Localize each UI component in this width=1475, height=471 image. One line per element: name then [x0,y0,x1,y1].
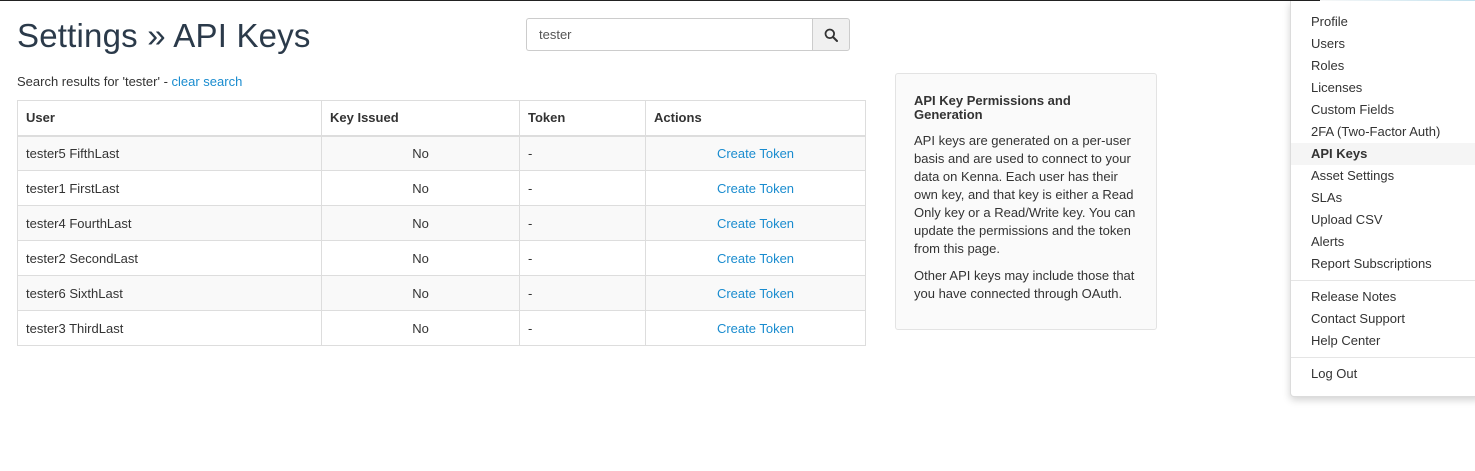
menu-item-licenses[interactable]: Licenses [1291,77,1475,99]
search-input[interactable] [526,18,812,51]
key-issued-cell: No [321,310,520,346]
user-cell: tester6 SixthLast [17,275,322,311]
actions-cell: Create Token [645,310,866,346]
info-panel-title: API Key Permissions and Generation [914,93,1071,122]
token-cell: - [519,240,646,276]
menu-item-help-center[interactable]: Help Center [1291,330,1475,352]
menu-item-alerts[interactable]: Alerts [1291,231,1475,253]
menu-item-log-out[interactable]: Log Out [1291,363,1475,385]
table-row: tester3 ThirdLast No - Create Token [17,310,866,346]
actions-cell: Create Token [645,240,866,276]
column-header-user: User [17,100,322,137]
menu-divider [1291,280,1475,281]
menu-item-release-notes[interactable]: Release Notes [1291,286,1475,308]
menu-item-2fa[interactable]: 2FA (Two-Factor Auth) [1291,121,1475,143]
token-cell: - [519,170,646,206]
key-issued-cell: No [321,135,520,171]
table-row: tester4 FourthLast No - Create Token [17,205,866,241]
menu-item-contact-support[interactable]: Contact Support [1291,308,1475,330]
menu-item-roles[interactable]: Roles [1291,55,1475,77]
menu-item-custom-fields[interactable]: Custom Fields [1291,99,1475,121]
menu-item-users[interactable]: Users [1291,33,1475,55]
token-cell: - [519,205,646,241]
table-header-row: User Key Issued Token Actions [17,100,866,137]
menu-divider [1291,357,1475,358]
menu-item-upload-csv[interactable]: Upload CSV [1291,209,1475,231]
create-token-link[interactable]: Create Token [717,321,794,336]
user-cell: tester1 FirstLast [17,170,322,206]
menu-item-api-keys[interactable]: API Keys [1291,143,1475,165]
token-cell: - [519,275,646,311]
key-issued-cell: No [321,240,520,276]
key-issued-cell: No [321,275,520,311]
token-cell: - [519,310,646,346]
column-header-token: Token [519,100,646,137]
clear-search-link[interactable]: clear search [172,74,243,89]
api-keys-table: User Key Issued Token Actions tester5 Fi… [17,100,866,346]
api-key-info-panel: API Key Permissions and Generation API k… [895,73,1157,330]
actions-cell: Create Token [645,135,866,171]
info-panel-paragraph: Other API keys may include those that yo… [914,268,1135,301]
menu-item-asset-settings[interactable]: Asset Settings [1291,165,1475,187]
actions-cell: Create Token [645,275,866,311]
menu-item-slas[interactable]: SLAs [1291,187,1475,209]
token-cell: - [519,135,646,171]
key-issued-cell: No [321,205,520,241]
user-cell: tester2 SecondLast [17,240,322,276]
table-row: tester1 FirstLast No - Create Token [17,170,866,206]
user-cell: tester3 ThirdLast [17,310,322,346]
settings-dropdown-menu: Profile Users Roles Licenses Custom Fiel… [1290,1,1475,397]
create-token-link[interactable]: Create Token [717,251,794,266]
create-token-link[interactable]: Create Token [717,146,794,161]
info-panel-paragraph: API keys are generated on a per-user bas… [914,133,1136,256]
user-cell: tester5 FifthLast [17,135,322,171]
menu-item-profile[interactable]: Profile [1291,11,1475,33]
create-token-link[interactable]: Create Token [717,286,794,301]
page-title: Settings » API Keys [17,17,311,54]
key-issued-cell: No [321,170,520,206]
user-cell: tester4 FourthLast [17,205,322,241]
search-box [526,18,850,51]
table-row: tester6 SixthLast No - Create Token [17,275,866,311]
column-header-key-issued: Key Issued [321,100,520,137]
column-header-actions: Actions [645,100,866,137]
create-token-link[interactable]: Create Token [717,181,794,196]
search-icon [824,28,838,42]
create-token-link[interactable]: Create Token [717,216,794,231]
actions-cell: Create Token [645,170,866,206]
search-button[interactable] [812,18,850,51]
table-row: tester5 FifthLast No - Create Token [17,135,866,171]
actions-cell: Create Token [645,205,866,241]
search-results-prefix: Search results for 'tester' - [17,74,172,89]
search-results-text: Search results for 'tester' - clear sear… [17,74,242,89]
menu-item-report-subscriptions[interactable]: Report Subscriptions [1291,253,1475,275]
table-row: tester2 SecondLast No - Create Token [17,240,866,276]
